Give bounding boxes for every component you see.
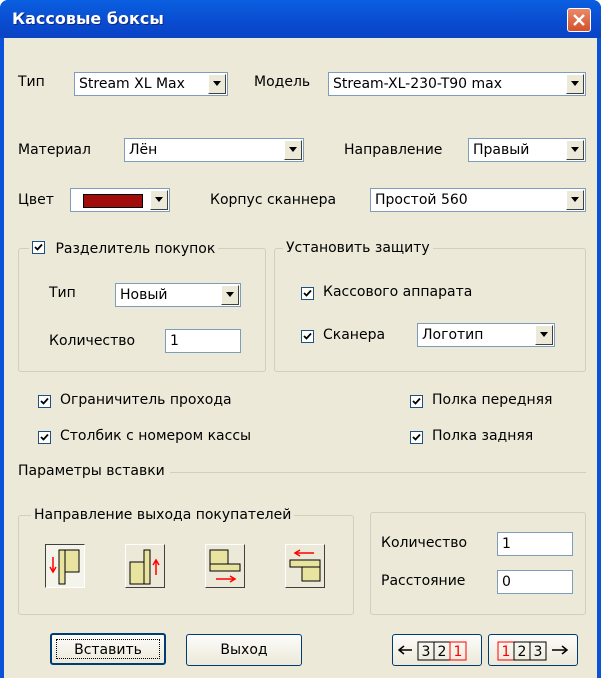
title-bar[interactable]: Кассовые боксы: [0, 0, 601, 38]
scanner-protect-select[interactable]: Логотип: [417, 323, 555, 347]
insert-count-group: Количество 1 Расстояние 0: [370, 512, 586, 615]
order-right-digit-3: 3: [534, 644, 543, 660]
insert-qty-value: 1: [502, 536, 511, 552]
exit-button-label: Выход: [220, 642, 268, 658]
exit-right-bottom-button[interactable]: [205, 544, 245, 588]
order-right-to-left-button[interactable]: 3 2 1: [392, 634, 482, 666]
direction-select[interactable]: Правый: [468, 138, 586, 162]
type-select[interactable]: Stream XL Max: [74, 72, 228, 96]
scanner-protect-label: Сканера: [323, 327, 386, 343]
chevron-down-icon[interactable]: [566, 74, 584, 94]
limiter-label: Ограничитель прохода: [60, 392, 232, 408]
scanner-case-select-value: Простой 560: [375, 192, 468, 208]
post-label: Столбик с номером кассы: [60, 428, 252, 444]
divider-qty-input[interactable]: 1: [165, 329, 241, 353]
chevron-down-icon[interactable]: [284, 140, 302, 160]
insert-params-label: Параметры вставки: [18, 463, 165, 479]
chevron-down-icon[interactable]: [221, 285, 239, 305]
order-left-digit-1: 3: [422, 644, 431, 660]
dialog-window: Кассовые боксы Тип Stream XL Max Модель …: [0, 0, 601, 678]
divider-qty-label: Количество: [49, 333, 136, 349]
divider-type-value: Новый: [120, 287, 168, 303]
material-select[interactable]: Лён: [124, 138, 304, 162]
divider-type-select[interactable]: Новый: [115, 283, 241, 307]
color-label: Цвет: [18, 192, 54, 208]
protection-legend: Установить защиту: [283, 240, 433, 256]
limiter-checkbox[interactable]: [38, 395, 51, 408]
type-select-value: Stream XL Max: [79, 76, 185, 92]
order-right-digit-2: 2: [518, 644, 527, 660]
model-select-value: Stream-XL-230-T90 max: [333, 76, 503, 92]
exit-left-top-icon: [289, 549, 321, 582]
model-label: Модель: [254, 74, 311, 90]
insert-distance-label: Расстояние: [381, 573, 466, 589]
back-shelf-checkbox[interactable]: [410, 431, 423, 444]
material-select-value: Лён: [129, 142, 158, 158]
insert-qty-input[interactable]: 1: [497, 532, 573, 556]
chevron-down-icon[interactable]: [566, 190, 584, 210]
insert-button[interactable]: Вставить: [50, 633, 166, 665]
exit-down-left-icon: [49, 549, 80, 585]
protection-group: Установить защиту Кассового аппарата Ска…: [274, 240, 586, 372]
material-label: Материал: [18, 142, 91, 158]
exit-direction-legend: Направление выхода покупателей: [31, 507, 295, 523]
order-right-to-left-icon: 3 2 1: [397, 641, 467, 661]
divider-legend: Разделитель покупок: [29, 240, 219, 257]
exit-up-right-icon: [129, 549, 160, 585]
post-checkbox[interactable]: [38, 431, 51, 444]
exit-button[interactable]: Выход: [186, 634, 302, 666]
divider-checkbox[interactable]: [32, 241, 45, 254]
chevron-down-icon[interactable]: [208, 74, 226, 94]
insert-params-divider: [170, 472, 586, 473]
window-title: Кассовые боксы: [12, 9, 164, 28]
exit-direction-group: Направление выхода покупателей: [18, 507, 354, 615]
color-select[interactable]: [70, 188, 170, 212]
insert-distance-input[interactable]: 0: [497, 570, 573, 594]
close-icon: [573, 14, 585, 26]
order-left-to-right-icon: 1 2 3: [497, 641, 569, 661]
insert-distance-value: 0: [502, 574, 511, 590]
type-label: Тип: [18, 74, 45, 90]
order-left-digit-3: 1: [454, 644, 463, 660]
direction-label: Направление: [344, 142, 443, 158]
exit-left-top-button[interactable]: [285, 544, 325, 588]
back-shelf-label: Полка задняя: [432, 428, 534, 444]
chevron-down-icon[interactable]: [150, 190, 168, 210]
chevron-down-icon[interactable]: [535, 325, 553, 345]
model-select[interactable]: Stream-XL-230-T90 max: [328, 72, 586, 96]
chevron-down-icon[interactable]: [566, 140, 584, 160]
direction-select-value: Правый: [473, 142, 530, 158]
cash-register-label: Кассового аппарата: [323, 284, 473, 300]
divider-group: Разделитель покупок Тип Новый Количество…: [18, 240, 266, 372]
divider-checkbox-label: Разделитель покупок: [55, 241, 216, 257]
divider-qty-value: 1: [170, 333, 179, 349]
scanner-case-label: Корпус сканнера: [210, 192, 337, 208]
order-left-to-right-button[interactable]: 1 2 3: [488, 634, 578, 666]
order-left-digit-2: 2: [438, 644, 447, 660]
dialog-client: Тип Stream XL Max Модель Stream-XL-230-T…: [4, 38, 597, 678]
scanner-protect-value: Логотип: [422, 327, 484, 343]
exit-down-left-button[interactable]: [45, 544, 85, 588]
scanner-case-select[interactable]: Простой 560: [370, 188, 586, 212]
divider-type-label: Тип: [49, 285, 76, 301]
front-shelf-checkbox[interactable]: [410, 395, 423, 408]
insert-button-label: Вставить: [74, 642, 142, 658]
cash-register-checkbox[interactable]: [301, 287, 314, 300]
insert-qty-label: Количество: [381, 535, 468, 551]
exit-right-bottom-icon: [209, 549, 241, 583]
front-shelf-label: Полка передняя: [432, 392, 553, 408]
scanner-protect-checkbox[interactable]: [301, 330, 314, 343]
order-right-digit-1: 1: [502, 644, 511, 660]
exit-up-right-button[interactable]: [125, 544, 165, 588]
color-swatch: [83, 194, 143, 208]
close-button[interactable]: [567, 8, 591, 32]
